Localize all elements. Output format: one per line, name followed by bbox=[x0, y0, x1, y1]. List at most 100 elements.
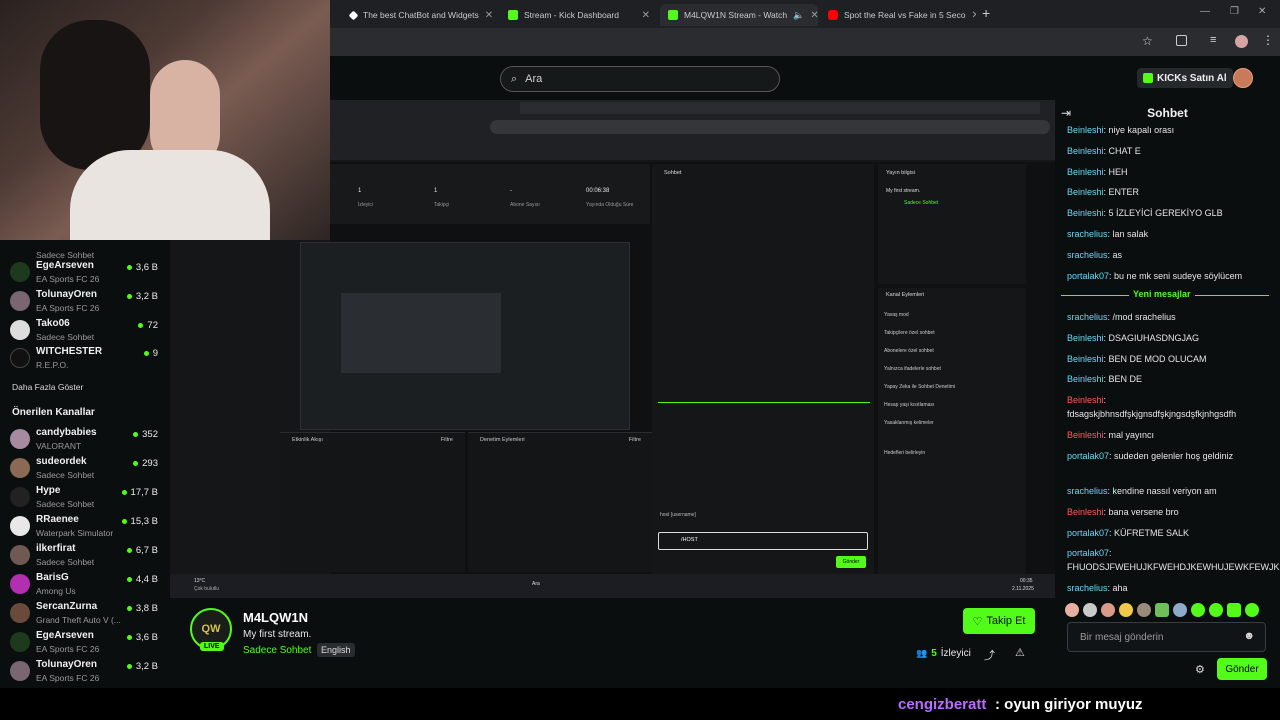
sidebar-channel[interactable]: SercanZurna Grand Theft Auto V (... 3,8 … bbox=[10, 599, 162, 627]
sidebar-channel[interactable]: Tako06 Sadece Sohbet 72 bbox=[10, 316, 162, 344]
channel-category: Grand Theft Auto V (... bbox=[36, 615, 121, 625]
user-avatar[interactable] bbox=[1233, 68, 1253, 88]
emote-icon[interactable] bbox=[1245, 603, 1259, 617]
send-button[interactable]: Gönder bbox=[1217, 658, 1267, 680]
browser-tab-active[interactable]: M4LQW1N Stream - Watch 🔈 ✕ bbox=[660, 4, 818, 26]
settings-gear-icon[interactable]: ⚙ bbox=[1195, 663, 1205, 676]
captured-chat-input: /HOST bbox=[658, 532, 868, 550]
chat-username[interactable]: portalak07 bbox=[1067, 271, 1109, 281]
emote-icon[interactable] bbox=[1155, 603, 1169, 617]
emote-icon[interactable] bbox=[1227, 603, 1241, 617]
chat-username[interactable]: portalak07 bbox=[1067, 451, 1109, 461]
chat-username[interactable]: Beinleshi bbox=[1067, 208, 1104, 218]
chat-username[interactable]: srachelius bbox=[1067, 486, 1108, 496]
chat-text: as bbox=[1112, 249, 1123, 260]
search-input[interactable]: ⌕ Ara bbox=[500, 66, 780, 92]
chat-input[interactable]: Bir mesaj gönderin ☻ bbox=[1067, 622, 1266, 652]
chat-username[interactable]: Beinleshi bbox=[1067, 395, 1104, 405]
chat-username[interactable]: srachelius bbox=[1067, 312, 1108, 322]
sidebar-channel[interactable]: RRaenee Waterpark Simulator 15,3 B bbox=[10, 512, 162, 540]
chat-text: 5 İZLEYİCİ GEREKİYO GLB bbox=[1108, 208, 1223, 219]
browser-tab[interactable]: The best ChatBot and Widgets ✕ bbox=[342, 4, 498, 26]
chat-username[interactable]: Beinleshi bbox=[1067, 333, 1104, 343]
chat-username[interactable]: Beinleshi bbox=[1067, 167, 1104, 177]
panel-title: Etkinlik Akışı bbox=[292, 437, 323, 443]
emoji-icon[interactable]: ☻ bbox=[1243, 630, 1255, 642]
chat-username[interactable]: srachelius bbox=[1067, 583, 1108, 593]
channel-name: ilkerfirat bbox=[36, 543, 76, 554]
show-more-link[interactable]: Daha Fazla Göster bbox=[12, 382, 83, 392]
follow-button[interactable]: ♡ Takip Et bbox=[963, 608, 1035, 634]
emote-icon[interactable] bbox=[1209, 603, 1223, 617]
menu-kebab-icon[interactable]: ⋮ bbox=[1262, 33, 1274, 47]
sidebar-channel[interactable]: WITCHESTER R.E.P.O. 9 bbox=[10, 344, 162, 372]
sidebar-channel[interactable]: EgeArseven EA Sports FC 26 3,6 B bbox=[10, 258, 162, 286]
chat-username[interactable]: Beinleshi bbox=[1067, 146, 1104, 156]
channel-name: EgeArseven bbox=[36, 260, 94, 271]
browser-tab[interactable]: Spot the Real vs Fake in 5 Seco ✕ bbox=[820, 4, 976, 26]
sidebar-channel[interactable]: sudeordek Sadece Sohbet 293 bbox=[10, 454, 162, 482]
emote-icon[interactable] bbox=[1119, 603, 1133, 617]
emote-icon[interactable] bbox=[1173, 603, 1187, 617]
browser-tab[interactable]: Stream - Kick Dashboard ✕ bbox=[500, 4, 658, 26]
captured-preview bbox=[300, 242, 630, 430]
close-icon[interactable]: ✕ bbox=[642, 10, 650, 21]
channel-name: candybabies bbox=[36, 427, 97, 438]
viewer-count: 3,2 B bbox=[126, 661, 158, 672]
chat-username[interactable]: Beinleshi bbox=[1067, 430, 1104, 440]
sidebar-channel[interactable]: TolunayOren EA Sports FC 26 3,2 B bbox=[10, 287, 162, 315]
report-icon[interactable]: ⚠ bbox=[1015, 646, 1025, 659]
channel-name: RRaenee bbox=[36, 514, 79, 525]
sidebar-channel[interactable]: EgeArseven EA Sports FC 26 3,6 B bbox=[10, 628, 162, 656]
media-control-icon[interactable]: ≡ bbox=[1210, 34, 1216, 46]
speaker-icon[interactable]: 🔈 bbox=[793, 10, 804, 21]
sidebar-channel[interactable]: Hype Sadece Sohbet 17,7 B bbox=[10, 483, 162, 511]
sidebar-channel[interactable]: ilkerfirat Sadece Sohbet 6,7 B bbox=[10, 541, 162, 569]
chat-username[interactable]: Beinleshi bbox=[1067, 187, 1104, 197]
emote-icon[interactable] bbox=[1083, 603, 1097, 617]
chat-username[interactable]: srachelius bbox=[1067, 250, 1108, 260]
window-close-icon[interactable]: ✕ bbox=[1258, 6, 1266, 17]
sidebar-channel[interactable]: TolunayOren EA Sports FC 26 3,2 B bbox=[10, 657, 162, 685]
chat-message: Beinleshi: CHAT E bbox=[1067, 144, 1272, 158]
language-tag[interactable]: English bbox=[317, 643, 355, 657]
channel-name: SercanZurna bbox=[36, 601, 98, 612]
extensions-icon[interactable] bbox=[1176, 35, 1187, 46]
chat-username[interactable]: Beinleshi bbox=[1067, 374, 1104, 384]
profile-avatar[interactable] bbox=[1235, 35, 1248, 48]
chat-username[interactable]: srachelius bbox=[1067, 229, 1108, 239]
chat-text: KÜFRETME SALK bbox=[1114, 527, 1190, 538]
close-icon[interactable]: ✕ bbox=[971, 10, 976, 21]
viewer-count: 352 bbox=[133, 429, 158, 440]
emote-icon[interactable] bbox=[1065, 603, 1079, 617]
chat-username[interactable]: portalak07 bbox=[1067, 548, 1109, 558]
chat-username[interactable]: Beinleshi bbox=[1067, 125, 1104, 135]
chat-username[interactable]: Beinleshi bbox=[1067, 507, 1104, 517]
chat-username[interactable]: portalak07 bbox=[1067, 528, 1109, 538]
emote-icon[interactable] bbox=[1191, 603, 1205, 617]
minimize-icon[interactable]: — bbox=[1200, 6, 1210, 17]
panel-title: Kanal Eylemleri bbox=[886, 292, 925, 298]
chat-username[interactable]: Beinleshi bbox=[1067, 354, 1104, 364]
captured-channel-actions: Kanal Eylemleri Yavaş mod Takipçilere öz… bbox=[878, 288, 1026, 574]
emote-icon[interactable] bbox=[1137, 603, 1151, 617]
viewer-count: 72 bbox=[138, 320, 158, 331]
chat-message: Beinleshi: mal yayıncı bbox=[1067, 428, 1272, 442]
new-tab-button[interactable]: + bbox=[982, 5, 990, 21]
close-icon[interactable]: ✕ bbox=[485, 10, 493, 21]
maximize-icon[interactable]: ❐ bbox=[1230, 6, 1239, 17]
sidebar-channel[interactable]: candybabies VALORANT 352 bbox=[10, 425, 162, 453]
stream-chat-overlay: cengizberatt : oyun giriyor muyuz bbox=[0, 688, 1280, 720]
live-badge: LIVE bbox=[200, 642, 224, 651]
viewer-count-value: 293 bbox=[142, 458, 158, 469]
channel-name[interactable]: M4LQW1N bbox=[243, 610, 308, 625]
chat-text: fdsagskjbhnsdfşkjgnsdfşkjngsdşfkjnhgsdfh bbox=[1067, 409, 1237, 420]
close-icon[interactable]: ✕ bbox=[810, 10, 818, 21]
category-link[interactable]: Sadece Sohbet bbox=[243, 645, 311, 656]
sidebar-channel[interactable]: BarisG Among Us 4,4 B bbox=[10, 570, 162, 598]
star-icon[interactable]: ☆ bbox=[1142, 34, 1153, 48]
channel-category: EA Sports FC 26 bbox=[36, 303, 100, 313]
buy-kicks-button[interactable]: KICKs Satın Al bbox=[1137, 68, 1233, 88]
share-icon[interactable]: ⤴ bbox=[984, 647, 995, 663]
emote-icon[interactable] bbox=[1101, 603, 1115, 617]
